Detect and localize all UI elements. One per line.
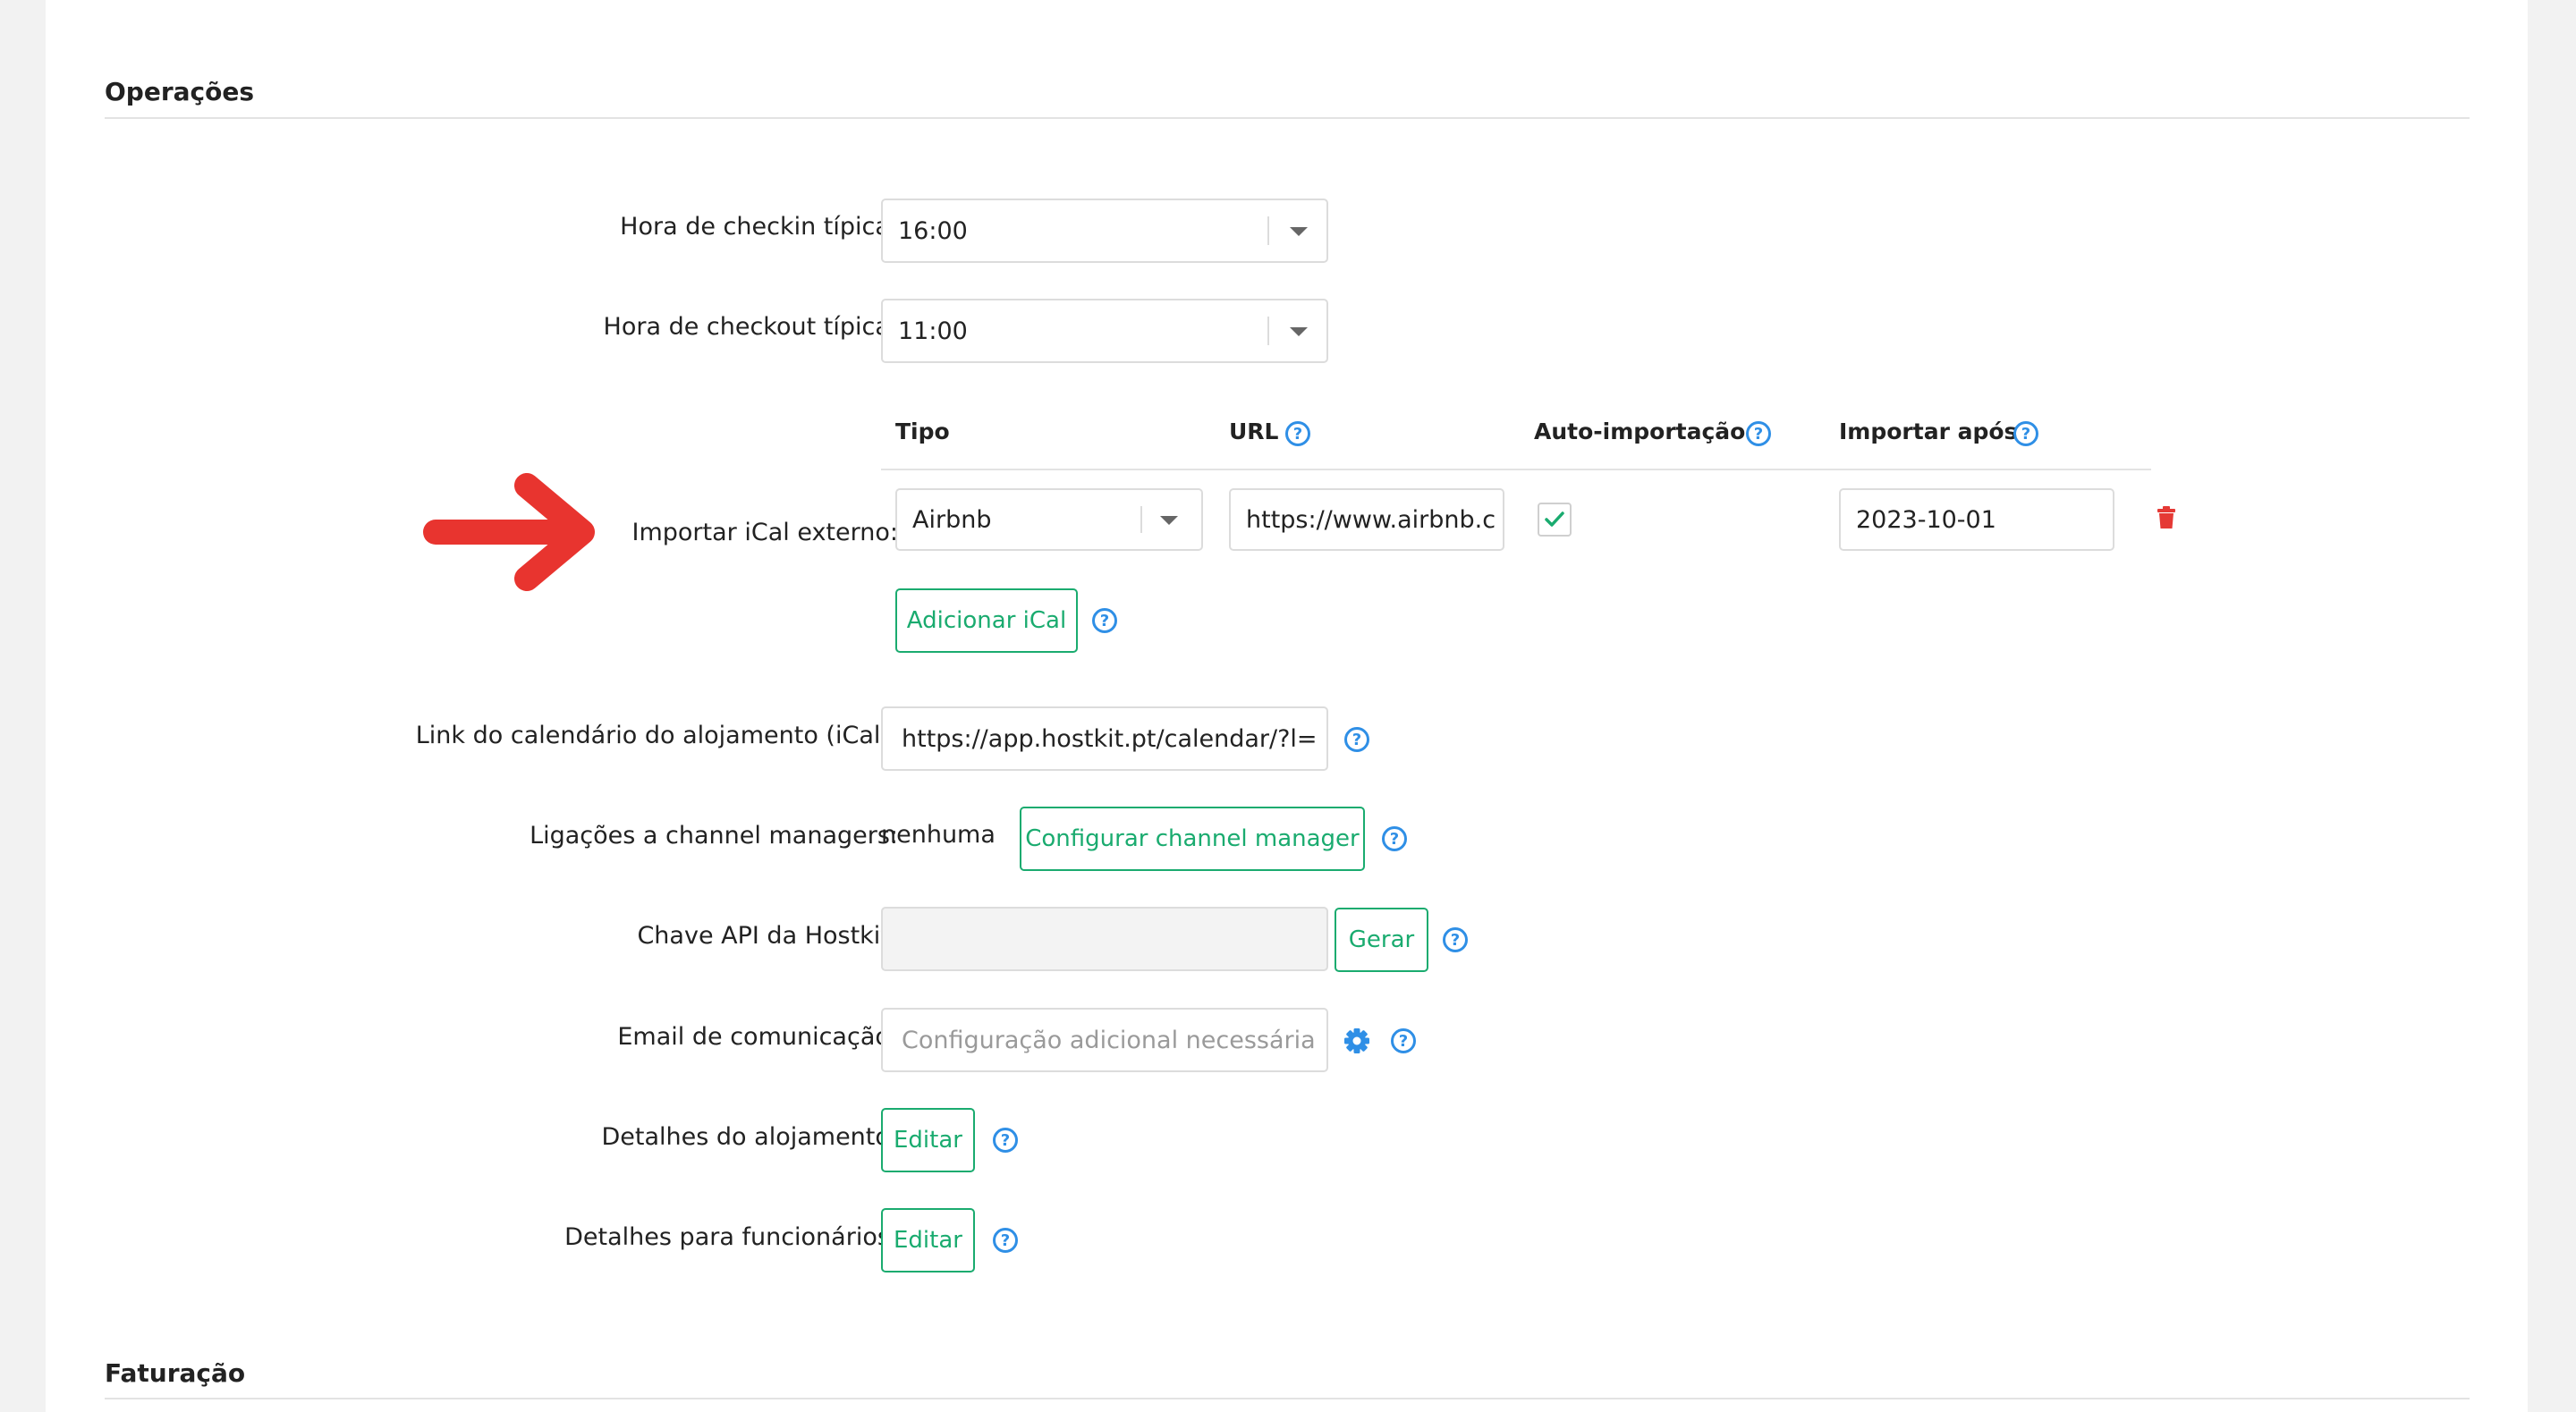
staff-details-row: Detalhes para funcionários: bbox=[46, 1223, 898, 1259]
generate-api-key-button[interactable]: Gerar bbox=[1335, 908, 1428, 972]
ical-import-label: Importar iCal externo: bbox=[631, 519, 899, 546]
calendar-link-row: Link do calendário do alojamento (iCal): bbox=[46, 722, 898, 757]
section-divider bbox=[105, 117, 2470, 119]
question-circle-icon[interactable]: ? bbox=[1746, 421, 1771, 446]
calendar-link-value: https://app.hostkit.pt/calendar/?l= bbox=[902, 724, 1318, 753]
api-key-input[interactable] bbox=[881, 907, 1328, 971]
ical-import-row: Importar iCal externo: bbox=[46, 519, 899, 554]
calendar-link-input[interactable]: https://app.hostkit.pt/calendar/?l= bbox=[881, 706, 1328, 771]
api-key-row: Chave API da Hostkit: bbox=[46, 922, 898, 958]
lodging-details-label: Detalhes do alojamento: bbox=[601, 1123, 899, 1151]
checkin-label: Hora de checkin típica: bbox=[620, 213, 898, 241]
question-circle-icon[interactable]: ? bbox=[1382, 826, 1407, 851]
import-after-date-input[interactable]: 2023-10-01 bbox=[1839, 488, 2114, 551]
edit-lodging-details-button[interactable]: Editar bbox=[881, 1108, 975, 1172]
channel-managers-label: Ligações a channel managers: bbox=[530, 822, 898, 850]
ical-header-import-after: Importar após bbox=[1839, 419, 2018, 444]
chevron-down-icon bbox=[1290, 227, 1308, 236]
auto-import-checkbox[interactable] bbox=[1538, 503, 1572, 537]
ical-type-value: Airbnb bbox=[912, 505, 992, 534]
email-row: Email de comunicação: bbox=[46, 1023, 898, 1059]
checkout-value: 11:00 bbox=[898, 317, 968, 345]
checkin-row: Hora de checkin típica: bbox=[46, 213, 898, 249]
question-circle-icon[interactable]: ? bbox=[993, 1128, 1018, 1153]
checkout-label: Hora de checkout típica: bbox=[603, 313, 898, 341]
select-divider bbox=[1267, 317, 1269, 345]
select-divider bbox=[1267, 216, 1269, 245]
email-label: Email de comunicação: bbox=[617, 1023, 898, 1051]
checkin-select[interactable]: 16:00 bbox=[881, 199, 1328, 263]
question-circle-icon[interactable]: ? bbox=[1344, 727, 1369, 752]
calendar-link-label: Link do calendário do alojamento (iCal): bbox=[415, 722, 898, 749]
ical-header-type: Tipo bbox=[895, 419, 950, 444]
question-circle-icon[interactable]: ? bbox=[993, 1228, 1018, 1253]
question-circle-icon[interactable]: ? bbox=[1285, 421, 1310, 446]
lodging-details-row: Detalhes do alojamento: bbox=[46, 1123, 899, 1159]
checkout-select[interactable]: 11:00 bbox=[881, 299, 1328, 363]
channel-managers-row: Ligações a channel managers: bbox=[46, 822, 898, 858]
checkout-row: Hora de checkout típica: bbox=[46, 313, 898, 349]
staff-details-label: Detalhes para funcionários: bbox=[564, 1223, 898, 1251]
ical-header-divider bbox=[881, 469, 2151, 470]
select-divider bbox=[1140, 506, 1142, 533]
settings-card: Operações Hora de checkin típica: 16:00 … bbox=[46, 0, 2528, 1412]
question-circle-icon[interactable]: ? bbox=[1092, 608, 1117, 633]
gear-icon[interactable] bbox=[1343, 1027, 1370, 1054]
trash-icon[interactable] bbox=[2157, 506, 2176, 529]
chevron-down-icon bbox=[1290, 327, 1308, 336]
channel-managers-value: nenhuma bbox=[881, 821, 996, 849]
add-ical-button[interactable]: Adicionar iCal bbox=[895, 588, 1078, 653]
ical-header-url: URL bbox=[1229, 419, 1279, 444]
chevron-down-icon bbox=[1160, 516, 1178, 525]
ical-url-value: https://www.airbnb.c bbox=[1246, 505, 1496, 534]
section-title-operations: Operações bbox=[105, 77, 255, 106]
checkmark-icon bbox=[1545, 512, 1564, 527]
question-circle-icon[interactable]: ? bbox=[1391, 1028, 1416, 1053]
email-placeholder: Configuração adicional necessária bbox=[902, 1026, 1316, 1054]
checkin-value: 16:00 bbox=[898, 216, 968, 245]
configure-channel-manager-button[interactable]: Configurar channel manager bbox=[1020, 807, 1365, 871]
question-circle-icon[interactable]: ? bbox=[1443, 927, 1468, 952]
question-circle-icon[interactable]: ? bbox=[2013, 421, 2038, 446]
section-divider bbox=[105, 1398, 2470, 1399]
import-after-value: 2023-10-01 bbox=[1856, 505, 1996, 534]
ical-type-select[interactable]: Airbnb bbox=[895, 488, 1203, 551]
ical-header-auto-import: Auto-importação bbox=[1534, 419, 1746, 444]
email-field[interactable]: Configuração adicional necessária bbox=[881, 1008, 1328, 1072]
api-key-label: Chave API da Hostkit: bbox=[637, 922, 898, 950]
ical-url-input[interactable]: https://www.airbnb.c bbox=[1229, 488, 1504, 551]
section-title-billing: Faturação bbox=[105, 1358, 246, 1388]
edit-staff-details-button[interactable]: Editar bbox=[881, 1208, 975, 1272]
